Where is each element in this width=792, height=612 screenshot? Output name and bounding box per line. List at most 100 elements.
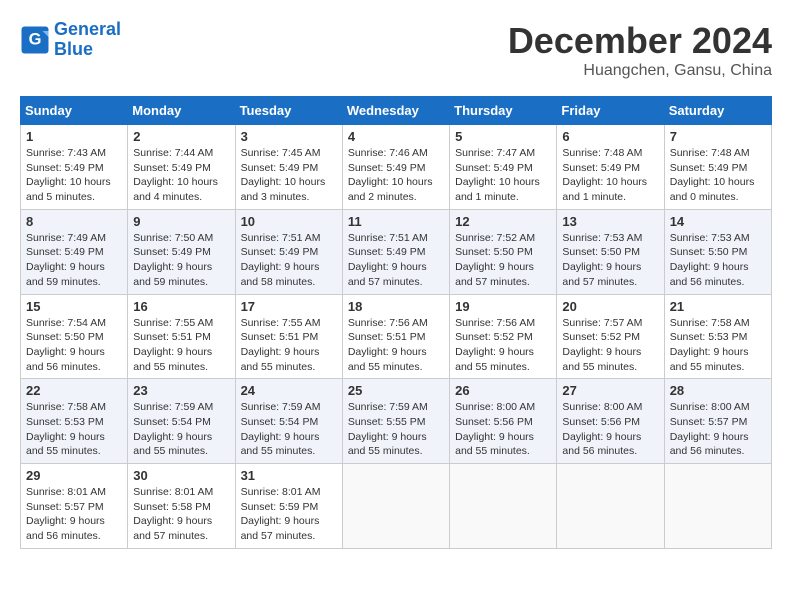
day-info: Sunrise: 7:56 AM Sunset: 5:51 PM Dayligh… <box>348 316 444 375</box>
calendar-day-cell: 8 Sunrise: 7:49 AM Sunset: 5:49 PM Dayli… <box>21 209 128 294</box>
day-number: 18 <box>348 299 444 314</box>
day-number: 26 <box>455 383 551 398</box>
day-info: Sunrise: 8:00 AM Sunset: 5:56 PM Dayligh… <box>455 400 551 459</box>
title-area: December 2024 Huangchen, Gansu, China <box>508 20 772 80</box>
calendar-day-cell: 2 Sunrise: 7:44 AM Sunset: 5:49 PM Dayli… <box>128 125 235 210</box>
day-info: Sunrise: 7:48 AM Sunset: 5:49 PM Dayligh… <box>562 146 658 205</box>
day-number: 14 <box>670 214 766 229</box>
day-info: Sunrise: 7:57 AM Sunset: 5:52 PM Dayligh… <box>562 316 658 375</box>
calendar-day-cell: 22 Sunrise: 7:58 AM Sunset: 5:53 PM Dayl… <box>21 379 128 464</box>
calendar-day-cell: 19 Sunrise: 7:56 AM Sunset: 5:52 PM Dayl… <box>450 294 557 379</box>
day-info: Sunrise: 7:59 AM Sunset: 5:54 PM Dayligh… <box>241 400 337 459</box>
day-number: 16 <box>133 299 229 314</box>
calendar-day-cell: 4 Sunrise: 7:46 AM Sunset: 5:49 PM Dayli… <box>342 125 449 210</box>
day-info: Sunrise: 7:55 AM Sunset: 5:51 PM Dayligh… <box>241 316 337 375</box>
calendar-day-cell: 5 Sunrise: 7:47 AM Sunset: 5:49 PM Dayli… <box>450 125 557 210</box>
day-info: Sunrise: 7:49 AM Sunset: 5:49 PM Dayligh… <box>26 231 122 290</box>
day-info: Sunrise: 7:47 AM Sunset: 5:49 PM Dayligh… <box>455 146 551 205</box>
calendar-header-thursday: Thursday <box>450 97 557 125</box>
calendar-day-cell: 3 Sunrise: 7:45 AM Sunset: 5:49 PM Dayli… <box>235 125 342 210</box>
logo: G General Blue <box>20 20 121 60</box>
day-info: Sunrise: 7:50 AM Sunset: 5:49 PM Dayligh… <box>133 231 229 290</box>
day-number: 22 <box>26 383 122 398</box>
day-info: Sunrise: 7:53 AM Sunset: 5:50 PM Dayligh… <box>670 231 766 290</box>
day-info: Sunrise: 7:54 AM Sunset: 5:50 PM Dayligh… <box>26 316 122 375</box>
day-info: Sunrise: 7:58 AM Sunset: 5:53 PM Dayligh… <box>26 400 122 459</box>
calendar-day-cell: 14 Sunrise: 7:53 AM Sunset: 5:50 PM Dayl… <box>664 209 771 294</box>
calendar-day-cell: 1 Sunrise: 7:43 AM Sunset: 5:49 PM Dayli… <box>21 125 128 210</box>
day-number: 13 <box>562 214 658 229</box>
calendar-day-cell <box>664 464 771 549</box>
calendar-day-cell: 21 Sunrise: 7:58 AM Sunset: 5:53 PM Dayl… <box>664 294 771 379</box>
calendar-day-cell: 13 Sunrise: 7:53 AM Sunset: 5:50 PM Dayl… <box>557 209 664 294</box>
day-info: Sunrise: 7:59 AM Sunset: 5:54 PM Dayligh… <box>133 400 229 459</box>
calendar-day-cell: 15 Sunrise: 7:54 AM Sunset: 5:50 PM Dayl… <box>21 294 128 379</box>
calendar-header-tuesday: Tuesday <box>235 97 342 125</box>
day-number: 2 <box>133 129 229 144</box>
day-number: 5 <box>455 129 551 144</box>
calendar-day-cell: 27 Sunrise: 8:00 AM Sunset: 5:56 PM Dayl… <box>557 379 664 464</box>
day-number: 19 <box>455 299 551 314</box>
day-number: 8 <box>26 214 122 229</box>
logo-line1: General <box>54 19 121 39</box>
day-number: 12 <box>455 214 551 229</box>
calendar-header-monday: Monday <box>128 97 235 125</box>
day-info: Sunrise: 7:46 AM Sunset: 5:49 PM Dayligh… <box>348 146 444 205</box>
day-number: 6 <box>562 129 658 144</box>
calendar-header-wednesday: Wednesday <box>342 97 449 125</box>
logo-line2: Blue <box>54 39 93 59</box>
calendar-day-cell: 10 Sunrise: 7:51 AM Sunset: 5:49 PM Dayl… <box>235 209 342 294</box>
calendar-day-cell: 26 Sunrise: 8:00 AM Sunset: 5:56 PM Dayl… <box>450 379 557 464</box>
calendar-week-row: 1 Sunrise: 7:43 AM Sunset: 5:49 PM Dayli… <box>21 125 772 210</box>
calendar-day-cell <box>557 464 664 549</box>
day-number: 25 <box>348 383 444 398</box>
day-number: 31 <box>241 468 337 483</box>
calendar-day-cell: 11 Sunrise: 7:51 AM Sunset: 5:49 PM Dayl… <box>342 209 449 294</box>
day-number: 20 <box>562 299 658 314</box>
svg-text:G: G <box>29 30 42 48</box>
calendar-day-cell: 23 Sunrise: 7:59 AM Sunset: 5:54 PM Dayl… <box>128 379 235 464</box>
calendar-day-cell: 30 Sunrise: 8:01 AM Sunset: 5:58 PM Dayl… <box>128 464 235 549</box>
day-number: 1 <box>26 129 122 144</box>
day-number: 3 <box>241 129 337 144</box>
calendar-week-row: 22 Sunrise: 7:58 AM Sunset: 5:53 PM Dayl… <box>21 379 772 464</box>
calendar-header-saturday: Saturday <box>664 97 771 125</box>
calendar-week-row: 29 Sunrise: 8:01 AM Sunset: 5:57 PM Dayl… <box>21 464 772 549</box>
calendar-day-cell: 12 Sunrise: 7:52 AM Sunset: 5:50 PM Dayl… <box>450 209 557 294</box>
day-info: Sunrise: 7:45 AM Sunset: 5:49 PM Dayligh… <box>241 146 337 205</box>
calendar-week-row: 8 Sunrise: 7:49 AM Sunset: 5:49 PM Dayli… <box>21 209 772 294</box>
day-number: 11 <box>348 214 444 229</box>
calendar-day-cell: 28 Sunrise: 8:00 AM Sunset: 5:57 PM Dayl… <box>664 379 771 464</box>
day-number: 4 <box>348 129 444 144</box>
header: G General Blue December 2024 Huangchen, … <box>20 20 772 80</box>
location-title: Huangchen, Gansu, China <box>508 62 772 80</box>
calendar-day-cell: 20 Sunrise: 7:57 AM Sunset: 5:52 PM Dayl… <box>557 294 664 379</box>
day-number: 7 <box>670 129 766 144</box>
calendar-day-cell <box>450 464 557 549</box>
calendar-header-sunday: Sunday <box>21 97 128 125</box>
day-number: 27 <box>562 383 658 398</box>
calendar-header-friday: Friday <box>557 97 664 125</box>
calendar-day-cell: 17 Sunrise: 7:55 AM Sunset: 5:51 PM Dayl… <box>235 294 342 379</box>
logo-icon: G <box>20 25 50 55</box>
day-number: 30 <box>133 468 229 483</box>
day-info: Sunrise: 7:44 AM Sunset: 5:49 PM Dayligh… <box>133 146 229 205</box>
day-number: 29 <box>26 468 122 483</box>
day-info: Sunrise: 7:58 AM Sunset: 5:53 PM Dayligh… <box>670 316 766 375</box>
calendar-day-cell: 29 Sunrise: 8:01 AM Sunset: 5:57 PM Dayl… <box>21 464 128 549</box>
day-info: Sunrise: 8:01 AM Sunset: 5:58 PM Dayligh… <box>133 485 229 544</box>
logo-text: General Blue <box>54 20 121 60</box>
day-number: 17 <box>241 299 337 314</box>
month-title: December 2024 <box>508 20 772 62</box>
calendar-day-cell: 24 Sunrise: 7:59 AM Sunset: 5:54 PM Dayl… <box>235 379 342 464</box>
calendar-day-cell: 6 Sunrise: 7:48 AM Sunset: 5:49 PM Dayli… <box>557 125 664 210</box>
calendar-day-cell: 9 Sunrise: 7:50 AM Sunset: 5:49 PM Dayli… <box>128 209 235 294</box>
calendar-header-row: SundayMondayTuesdayWednesdayThursdayFrid… <box>21 97 772 125</box>
calendar-day-cell <box>342 464 449 549</box>
calendar-day-cell: 31 Sunrise: 8:01 AM Sunset: 5:59 PM Dayl… <box>235 464 342 549</box>
day-number: 10 <box>241 214 337 229</box>
day-info: Sunrise: 8:00 AM Sunset: 5:56 PM Dayligh… <box>562 400 658 459</box>
day-info: Sunrise: 7:48 AM Sunset: 5:49 PM Dayligh… <box>670 146 766 205</box>
day-info: Sunrise: 7:53 AM Sunset: 5:50 PM Dayligh… <box>562 231 658 290</box>
day-number: 23 <box>133 383 229 398</box>
